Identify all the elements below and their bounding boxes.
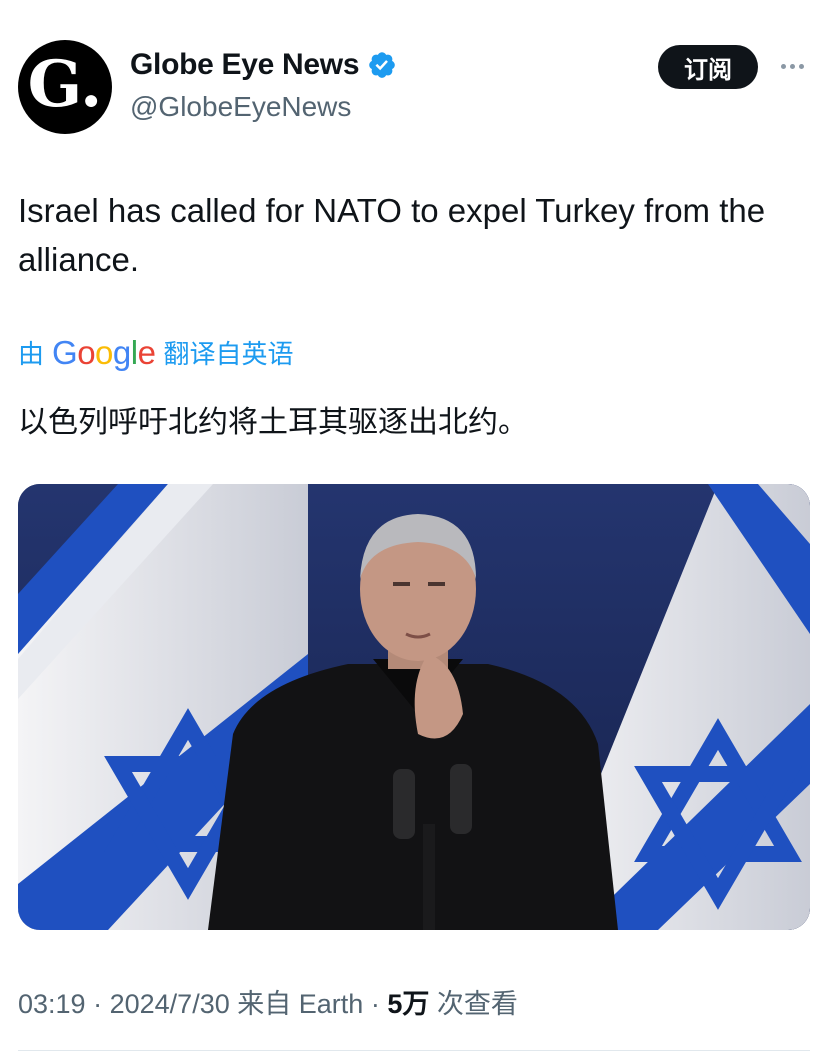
translated-text: 以色列呼吁北约将土耳其驱逐出北约。	[18, 406, 528, 439]
tweet-date[interactable]: 2024/7/30	[110, 989, 230, 1019]
verified-badge-icon	[369, 52, 396, 78]
meta-separator: ·	[370, 989, 380, 1019]
tweet-text: Israel has called for NATO to expel Turk…	[18, 192, 766, 278]
tweet-meta: 03:19 · 2024/7/30 来自 Earth · 5万 次查看	[18, 982, 518, 1021]
more-dot	[789, 63, 795, 69]
translation-prefix: 由	[18, 339, 45, 369]
views-label: 次查看	[436, 989, 518, 1019]
avatar-logo: G.	[27, 47, 103, 122]
author-name-row: Globe Eye News	[130, 48, 397, 82]
more-dot	[798, 63, 804, 69]
more-options-icon[interactable]	[774, 52, 810, 80]
author-display-name[interactable]: Globe Eye News	[130, 48, 360, 82]
tweet-source: 来自 Earth	[237, 989, 364, 1019]
tweet-time[interactable]: 03:19	[18, 989, 86, 1019]
translated-by-link[interactable]: 由 Google 翻译自英语	[18, 334, 293, 371]
tweet-photo[interactable]	[18, 484, 810, 930]
more-dot	[780, 63, 786, 69]
subscribe-button[interactable]: 订阅	[658, 45, 758, 89]
photo-illustration	[18, 484, 810, 930]
translation-suffix: 翻译自英语	[163, 339, 294, 369]
avatar[interactable]: G.	[18, 40, 112, 134]
views-count: 5万	[387, 989, 430, 1019]
meta-separator: ·	[93, 989, 103, 1019]
divider	[18, 1050, 810, 1051]
author-handle[interactable]: @GlobeEyeNews	[130, 91, 351, 123]
google-logo: Google	[52, 334, 156, 371]
